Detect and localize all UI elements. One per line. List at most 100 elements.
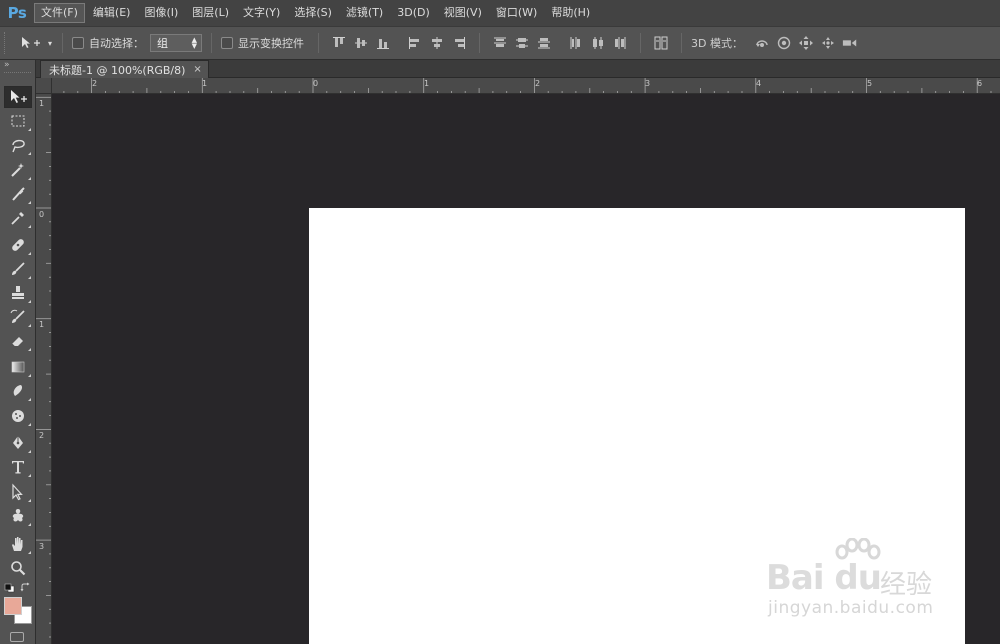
ruler-v-label: 3 [39,542,45,551]
distribute-vertical-centers-icon[interactable] [515,36,529,50]
distribute-left-edges-icon[interactable] [569,36,583,50]
type-icon [12,461,24,474]
foreground-color-swatch[interactable] [4,597,22,615]
ruler-v-label: 1 [39,99,45,108]
menu-image[interactable]: 图像(I) [138,3,184,23]
align-top-edges-icon[interactable] [332,36,346,50]
distribute-bottom-edges-icon[interactable] [537,36,551,50]
type-tool[interactable] [4,456,32,478]
zoom-tool[interactable] [4,557,32,579]
ruler-v-label: 1 [39,320,45,329]
tool-preset-picker[interactable]: ▾ [20,36,58,50]
ruler-v-label: 2 [39,431,45,440]
crop-tool[interactable] [4,183,32,205]
horizontal-ruler-ticks [63,78,992,93]
close-tab-icon[interactable]: × [193,64,201,75]
brush-icon [12,262,25,275]
3d-pan-icon[interactable] [798,35,814,51]
swap-colors-icon[interactable] [20,582,32,594]
chevron-down-icon: ▾ [48,38,53,48]
quick-mask-icon[interactable] [10,632,24,642]
pen-tool[interactable] [4,432,32,454]
clone-stamp-tool[interactable] [4,282,32,304]
align-vertical-centers-icon[interactable] [354,36,368,50]
menu-3d[interactable]: 3D(D) [391,3,436,23]
auto-select-dropdown[interactable]: 组 ▲ ▼ [150,34,202,52]
menu-type[interactable]: 文字(Y) [237,3,286,23]
shape-tool[interactable] [4,505,32,527]
show-transform-checkbox[interactable] [221,37,233,49]
lasso-icon [12,139,25,153]
menu-view[interactable]: 视图(V) [438,3,488,23]
bandage-icon [12,239,24,251]
eraser-tool[interactable] [4,330,32,352]
3d-slide-icon[interactable] [820,35,836,51]
default-colors-icon[interactable] [4,583,16,593]
stamp-icon [12,286,24,299]
lasso-tool[interactable] [4,134,32,156]
mode-3d-label: 3D 模式： [691,37,743,50]
watermark-url: jingyan.baidu.com [768,598,934,618]
auto-align-layers-icon[interactable] [654,36,668,50]
ruler-origin[interactable] [36,78,52,94]
app-logo: Ps [7,4,27,22]
ruler-v-label: 0 [39,210,45,219]
separator [640,33,641,53]
distribute-horizontal-centers-icon[interactable] [591,36,605,50]
auto-select-checkbox[interactable] [72,37,84,49]
separator [62,33,63,53]
options-bar-grip[interactable] [4,32,14,54]
quick-selection-tool[interactable] [4,159,32,181]
align-left-edges-icon[interactable] [408,36,422,50]
hand-tool[interactable] [4,533,32,555]
menu-file[interactable]: 文件(F) [34,3,85,23]
rectangular-marquee-icon [11,115,25,127]
history-brush-icon [10,309,25,323]
separator [479,33,480,53]
vertical-ruler[interactable]: 1 0 1 2 3 [36,94,52,644]
move-tool[interactable] [4,86,32,108]
3d-rotate-icon[interactable] [754,35,770,51]
auto-select-value: 组 [157,37,168,50]
gradient-tool[interactable] [4,356,32,378]
3d-roll-icon[interactable] [776,35,792,51]
distribute-top-edges-icon[interactable] [493,36,507,50]
brush-tool[interactable] [4,258,32,280]
document-tab[interactable]: 未标题-1 @ 100%(RGB/8) × [40,60,209,78]
marquee-tool[interactable] [4,110,32,132]
menu-filter[interactable]: 滤镜(T) [340,3,389,23]
menu-select[interactable]: 选择(S) [288,3,338,23]
eyedropper-icon [11,212,24,225]
show-transform-label: 显示变换控件 [238,37,304,50]
align-horizontal-centers-icon[interactable] [430,36,444,50]
path-selection-tool[interactable] [4,481,32,503]
gradient-icon [11,361,25,373]
sponge-icon [12,410,24,422]
distribute-right-edges-icon[interactable] [613,36,627,50]
menu-edit[interactable]: 编辑(E) [87,3,137,23]
blur-tool[interactable] [4,380,32,402]
baidu-logo-text: Bai du [766,558,882,598]
menu-window[interactable]: 窗口(W) [490,3,543,23]
3d-scale-icon[interactable] [842,35,858,51]
collapse-panel-icon[interactable]: » [0,60,35,72]
history-brush-tool[interactable] [4,306,32,328]
menu-help[interactable]: 帮助(H) [545,3,596,23]
align-bottom-edges-icon[interactable] [376,36,390,50]
healing-brush-tool[interactable] [4,234,32,256]
horizontal-ruler[interactable]: 2 1 0 1 2 3 4 5 6 [52,78,1000,94]
tools-panel-grip[interactable] [4,72,31,78]
separator [211,33,212,53]
magnifier-icon [11,561,26,576]
hand-icon [12,537,23,551]
align-right-edges-icon[interactable] [452,36,466,50]
menu-layer[interactable]: 图层(L) [186,3,235,23]
magic-wand-icon [11,163,24,177]
photoshop-window: Ps 文件(F) 编辑(E) 图像(I) 图层(L) 文字(Y) 选择(S) 滤… [0,0,1000,644]
eyedropper-tool[interactable] [4,207,32,229]
move-tool-icon [22,37,40,48]
smudge-icon [13,385,23,396]
auto-select-label: 自动选择： [89,37,144,50]
custom-shape-icon [12,509,24,522]
dodge-tool[interactable] [4,405,32,427]
